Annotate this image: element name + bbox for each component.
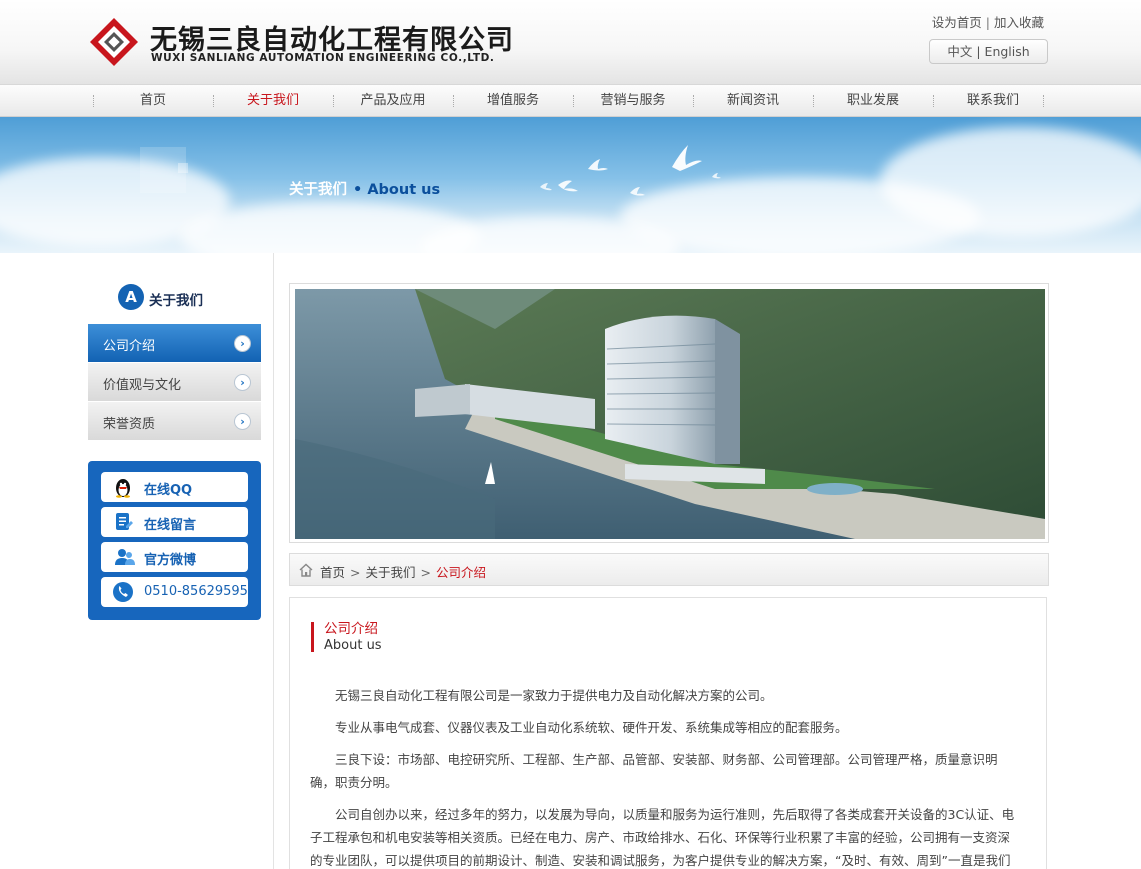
contact-weibo-button[interactable]: 官方微博 [101,542,248,572]
breadcrumb-section-link[interactable]: 关于我们 [366,565,416,580]
lang-en-link[interactable]: English [985,44,1030,59]
hero-image-frame [289,283,1049,543]
content-panel: 公司介绍 About us 无锡三良自动化工程有限公司是一家致力于提供电力及自动… [289,597,1047,869]
contact-qq-button[interactable]: 在线QQ [101,472,248,502]
content-paragraph: 专业从事电气成套、仪器仪表及工业自动化系统软、硬件开发、系统集成等相应的配套服务… [335,720,848,735]
breadcrumb: 首页 > 关于我们 > 公司介绍 [289,553,1049,586]
contact-panel: 在线QQ 在线留言 官方微博 0510-85629595 [88,461,261,620]
lang-separator: | [976,44,981,59]
company-building-photo [295,289,1045,539]
sidebar-item-honors[interactable]: 荣誉资质 › [88,402,261,441]
nav-divider [1043,95,1044,107]
banner-title-cn: 关于我们 [289,182,347,198]
set-home-link[interactable]: 设为首页 [932,15,982,30]
message-icon [116,513,133,530]
sidebar-item-values-culture[interactable]: 价值观与文化 › [88,363,261,402]
banner-title: 关于我们 • About us [289,178,440,199]
banner-square-decor [178,163,188,173]
building-illustration [295,289,1045,539]
contact-message-button[interactable]: 在线留言 [101,507,248,537]
company-logo[interactable]: 无锡三良自动化工程有限公司 WUXI SANLIANG AUTOMATION E… [88,14,513,70]
add-favorite-link[interactable]: 加入收藏 [994,15,1044,30]
breadcrumb-current: 公司介绍 [436,565,487,580]
contact-phone-number: 0510-85629595 [144,584,248,599]
nav-item-contact[interactable]: 联系我们 [933,85,1053,116]
nav-item-home[interactable]: 首页 [93,85,213,116]
weibo-people-icon [115,549,135,565]
sidebar-title: 关于我们 [149,293,203,309]
breadcrumb-separator: > [350,565,361,580]
qq-penguin-icon [116,479,130,498]
contact-qq-label: 在线QQ [144,483,193,498]
sidebar-item-label: 价值观与文化 [103,378,182,393]
nav-item-careers[interactable]: 职业发展 [813,85,933,116]
top-links-separator: | [985,15,990,30]
site-header: 无锡三良自动化工程有限公司 WUXI SANLIANG AUTOMATION E… [0,0,1141,84]
contact-message-label: 在线留言 [144,518,197,533]
nav-item-value-added[interactable]: 增值服务 [453,85,573,116]
lang-cn-link[interactable]: 中文 [947,44,972,59]
page-banner: 关于我们 • About us [0,117,1141,253]
sidebar-item-label: 公司介绍 [103,339,156,354]
contact-weibo-label: 官方微博 [144,553,197,568]
content-heading: 公司介绍 About us [311,621,382,653]
content-body: 无锡三良自动化工程有限公司是一家致力于提供电力及自动化解决方案的公司。 专业从事… [310,684,1022,869]
chevron-right-icon: › [234,335,251,352]
language-switcher: 中文 | English [929,39,1048,64]
contact-phone-button[interactable]: 0510-85629595 [101,577,248,607]
breadcrumb-trail: 首页 > 关于我们 > 公司介绍 [320,562,486,581]
sidebar-badge-icon: A [118,284,144,310]
banner-title-en: • About us [353,182,441,198]
home-icon [299,563,313,577]
content-title-cn: 公司介绍 [324,621,378,637]
company-name-en: WUXI SANLIANG AUTOMATION ENGINEERING CO.… [151,52,495,64]
breadcrumb-home-link[interactable]: 首页 [320,565,345,580]
top-links: 设为首页 | 加入收藏 [932,12,1044,31]
sidebar-menu: 公司介绍 › 价值观与文化 › 荣誉资质 › [88,324,261,441]
content-paragraph: 无锡三良自动化工程有限公司是一家致力于提供电力及自动化解决方案的公司。 [335,688,773,703]
sidebar-divider [273,253,274,869]
sidebar-item-company-intro[interactable]: 公司介绍 › [88,324,261,363]
logo-mark-icon [90,18,138,66]
doves-illustration [540,145,721,196]
chevron-right-icon: › [234,413,251,430]
nav-item-news[interactable]: 新闻资讯 [693,85,813,116]
banner-cloud [880,127,1141,237]
breadcrumb-separator: > [420,565,431,580]
main-nav: 首页 关于我们 产品及应用 增值服务 营销与服务 新闻资讯 职业发展 联系我们 [0,84,1141,117]
content-paragraph: 公司自创办以来，经过多年的努力，以发展为导向，以质量和服务为运行准则，先后取得了… [310,807,1015,868]
nav-item-products[interactable]: 产品及应用 [333,85,453,116]
nav-item-about[interactable]: 关于我们 [213,85,333,116]
nav-item-marketing[interactable]: 营销与服务 [573,85,693,116]
sidebar-item-label: 荣誉资质 [103,417,156,432]
content-paragraph: 三良下设：市场部、电控研究所、工程部、生产部、品管部、安装部、财务部、公司管理部… [310,752,998,790]
chevron-right-icon: › [234,374,251,391]
content-title-en: About us [324,638,382,653]
sidebar-heading: A 关于我们 [88,280,261,316]
phone-icon [113,582,133,602]
